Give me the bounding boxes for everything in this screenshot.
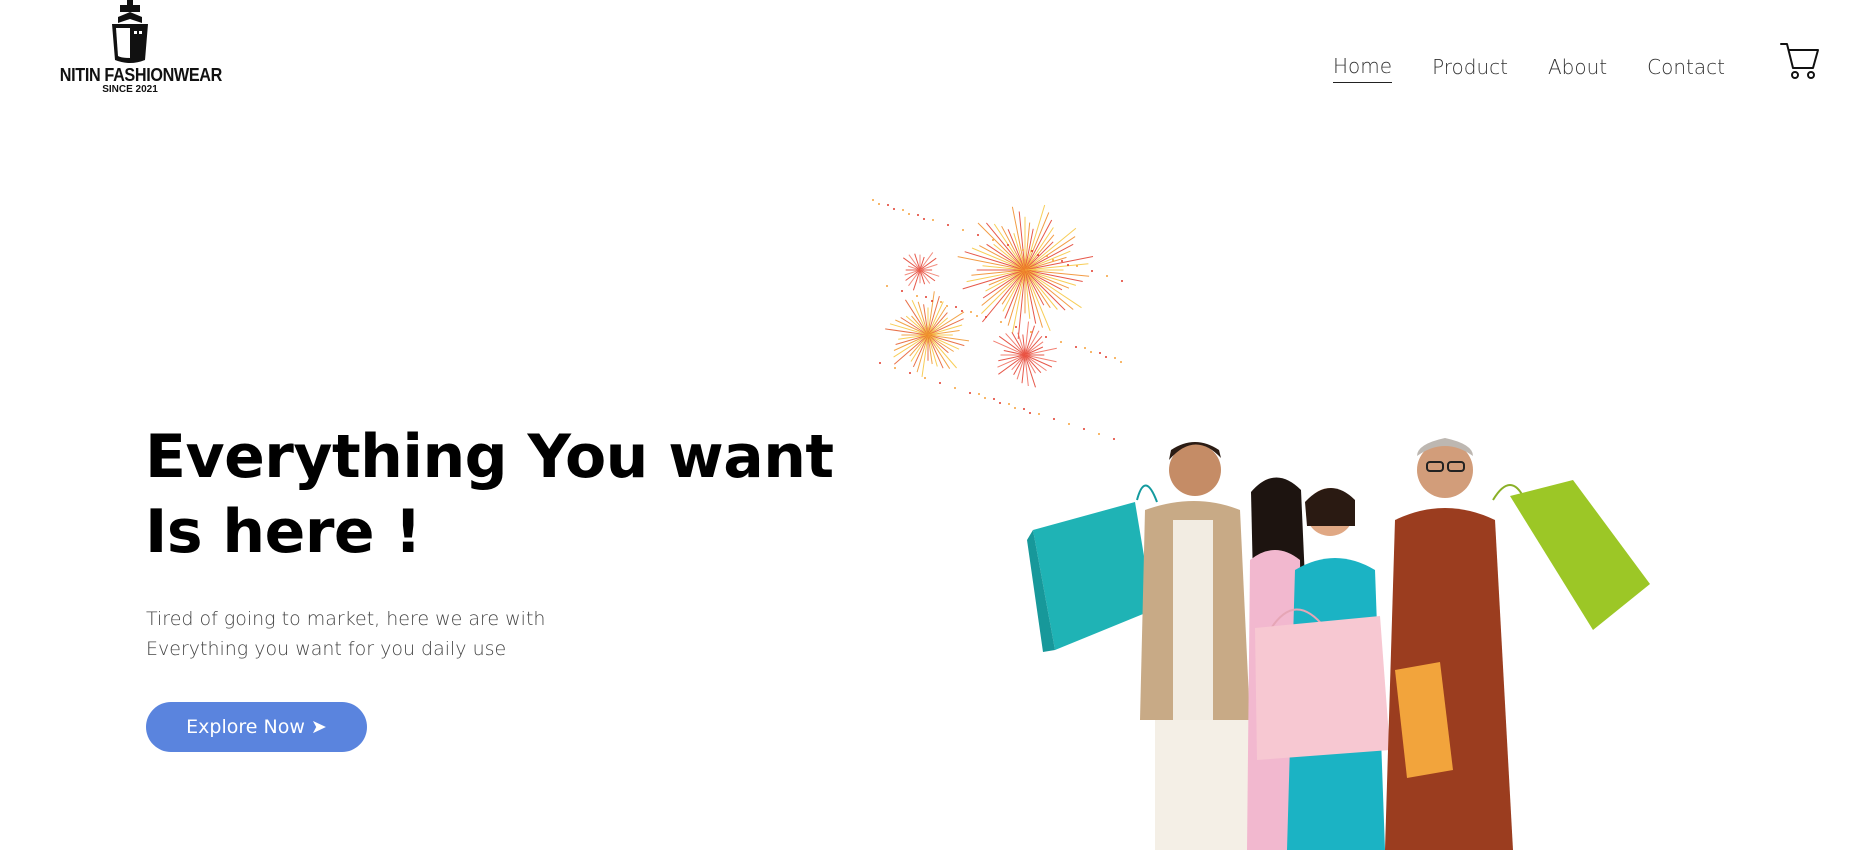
firework-dot xyxy=(932,219,934,221)
firework-spark xyxy=(919,252,934,271)
firework-dot xyxy=(1008,403,1010,405)
firework-dot xyxy=(1029,412,1031,414)
brand-since: SINCE 2021 xyxy=(102,84,158,95)
firework-dot xyxy=(878,203,880,205)
firework-dot xyxy=(931,300,933,302)
firework-dot xyxy=(946,305,948,307)
hero-title: Everything You want Is here ! xyxy=(145,420,834,570)
firework-dot xyxy=(1114,357,1116,359)
family-shopping-image xyxy=(1025,430,1670,850)
shopping-cart-icon[interactable] xyxy=(1779,40,1821,82)
firework-dot xyxy=(961,310,963,312)
firework-dot xyxy=(947,224,949,226)
firework-dot xyxy=(879,362,881,364)
firework-dot xyxy=(1037,254,1039,256)
firework-dot xyxy=(940,301,942,303)
firework-spark xyxy=(982,269,1026,323)
firework-dot xyxy=(1000,321,1002,323)
firework-dot xyxy=(1084,347,1086,349)
firework-dot xyxy=(908,213,910,215)
firework-dot xyxy=(1075,346,1077,348)
firework-spark xyxy=(1024,227,1077,271)
firework-spark xyxy=(986,222,1026,271)
firework-dot xyxy=(887,204,889,206)
firework-dot xyxy=(984,397,986,399)
nav-product[interactable]: Product xyxy=(1432,53,1508,83)
firework-dot xyxy=(955,306,957,308)
brand-logo[interactable]: NITIN FASHIONWEAR SINCE 2021 xyxy=(52,0,223,100)
firework-dot xyxy=(985,316,987,318)
nav-home[interactable]: Home xyxy=(1333,52,1393,83)
firework-dot xyxy=(1067,264,1069,266)
firework-dot xyxy=(894,367,896,369)
firework-dot xyxy=(909,372,911,374)
hero-title-line2: Is here ! xyxy=(145,497,422,567)
firework-dot xyxy=(917,214,919,216)
firework-dot xyxy=(1031,250,1033,252)
firework-dot xyxy=(969,392,971,394)
firework-dot xyxy=(1106,275,1108,277)
hero-title-line1: Everything You want xyxy=(145,422,834,492)
ship-logo-icon xyxy=(112,0,148,63)
firework-dot xyxy=(1121,280,1123,282)
firework-dot xyxy=(1099,352,1101,354)
firework-dot xyxy=(886,285,888,287)
firework-dot xyxy=(954,387,956,389)
firework-dot xyxy=(1046,255,1048,257)
firework-dot xyxy=(1052,259,1054,261)
firework-dot xyxy=(1090,351,1092,353)
nav-about[interactable]: About xyxy=(1548,53,1607,83)
firework-dot xyxy=(872,199,874,201)
firework-dot xyxy=(999,402,1001,404)
main-nav: Home Product About Contact xyxy=(1333,52,1765,83)
firework-spark xyxy=(912,269,921,291)
firework-dot xyxy=(925,296,927,298)
firework-dot xyxy=(1022,249,1024,251)
firework-dot xyxy=(962,229,964,231)
firework-dot xyxy=(923,218,925,220)
firework-dot xyxy=(1014,407,1016,409)
firework-dot xyxy=(939,382,941,384)
firework-dot xyxy=(1015,326,1017,328)
firework-dot xyxy=(1038,413,1040,415)
brand-name: NITIN FASHIONWEAR xyxy=(59,65,223,85)
fireworks-image xyxy=(870,195,1125,445)
firework-dot xyxy=(1061,260,1063,262)
firework-dot xyxy=(1045,336,1047,338)
firework-dot xyxy=(976,315,978,317)
firework-dot xyxy=(1068,423,1070,425)
firework-dot xyxy=(893,208,895,210)
firework-dot xyxy=(1060,341,1062,343)
firework-dot xyxy=(970,311,972,313)
firework-dot xyxy=(1023,408,1025,410)
firework-dot xyxy=(993,398,995,400)
firework-dot xyxy=(978,393,980,395)
firework-dot xyxy=(901,290,903,292)
firework-dot xyxy=(902,209,904,211)
firework-dot xyxy=(1091,270,1093,272)
firework-dot xyxy=(916,295,918,297)
hero-subtitle-line2: Everything you want for you daily use xyxy=(146,638,507,660)
hero-subtitle: Tired of going to market, here we are wi… xyxy=(146,604,666,664)
firework-spark xyxy=(1024,269,1074,310)
nav-contact[interactable]: Contact xyxy=(1647,53,1725,83)
firework-dot xyxy=(977,234,979,236)
firework-dot xyxy=(1120,361,1122,363)
firework-dot xyxy=(992,239,994,241)
firework-dot xyxy=(1053,418,1055,420)
firework-dot xyxy=(924,377,926,379)
firework-dot xyxy=(1105,356,1107,358)
firework-dot xyxy=(1030,331,1032,333)
firework-dot xyxy=(1007,244,1009,246)
firework-dot xyxy=(1076,265,1078,267)
explore-now-button[interactable]: Explore Now ➤ xyxy=(146,702,367,752)
hero-subtitle-line1: Tired of going to market, here we are wi… xyxy=(146,608,546,630)
